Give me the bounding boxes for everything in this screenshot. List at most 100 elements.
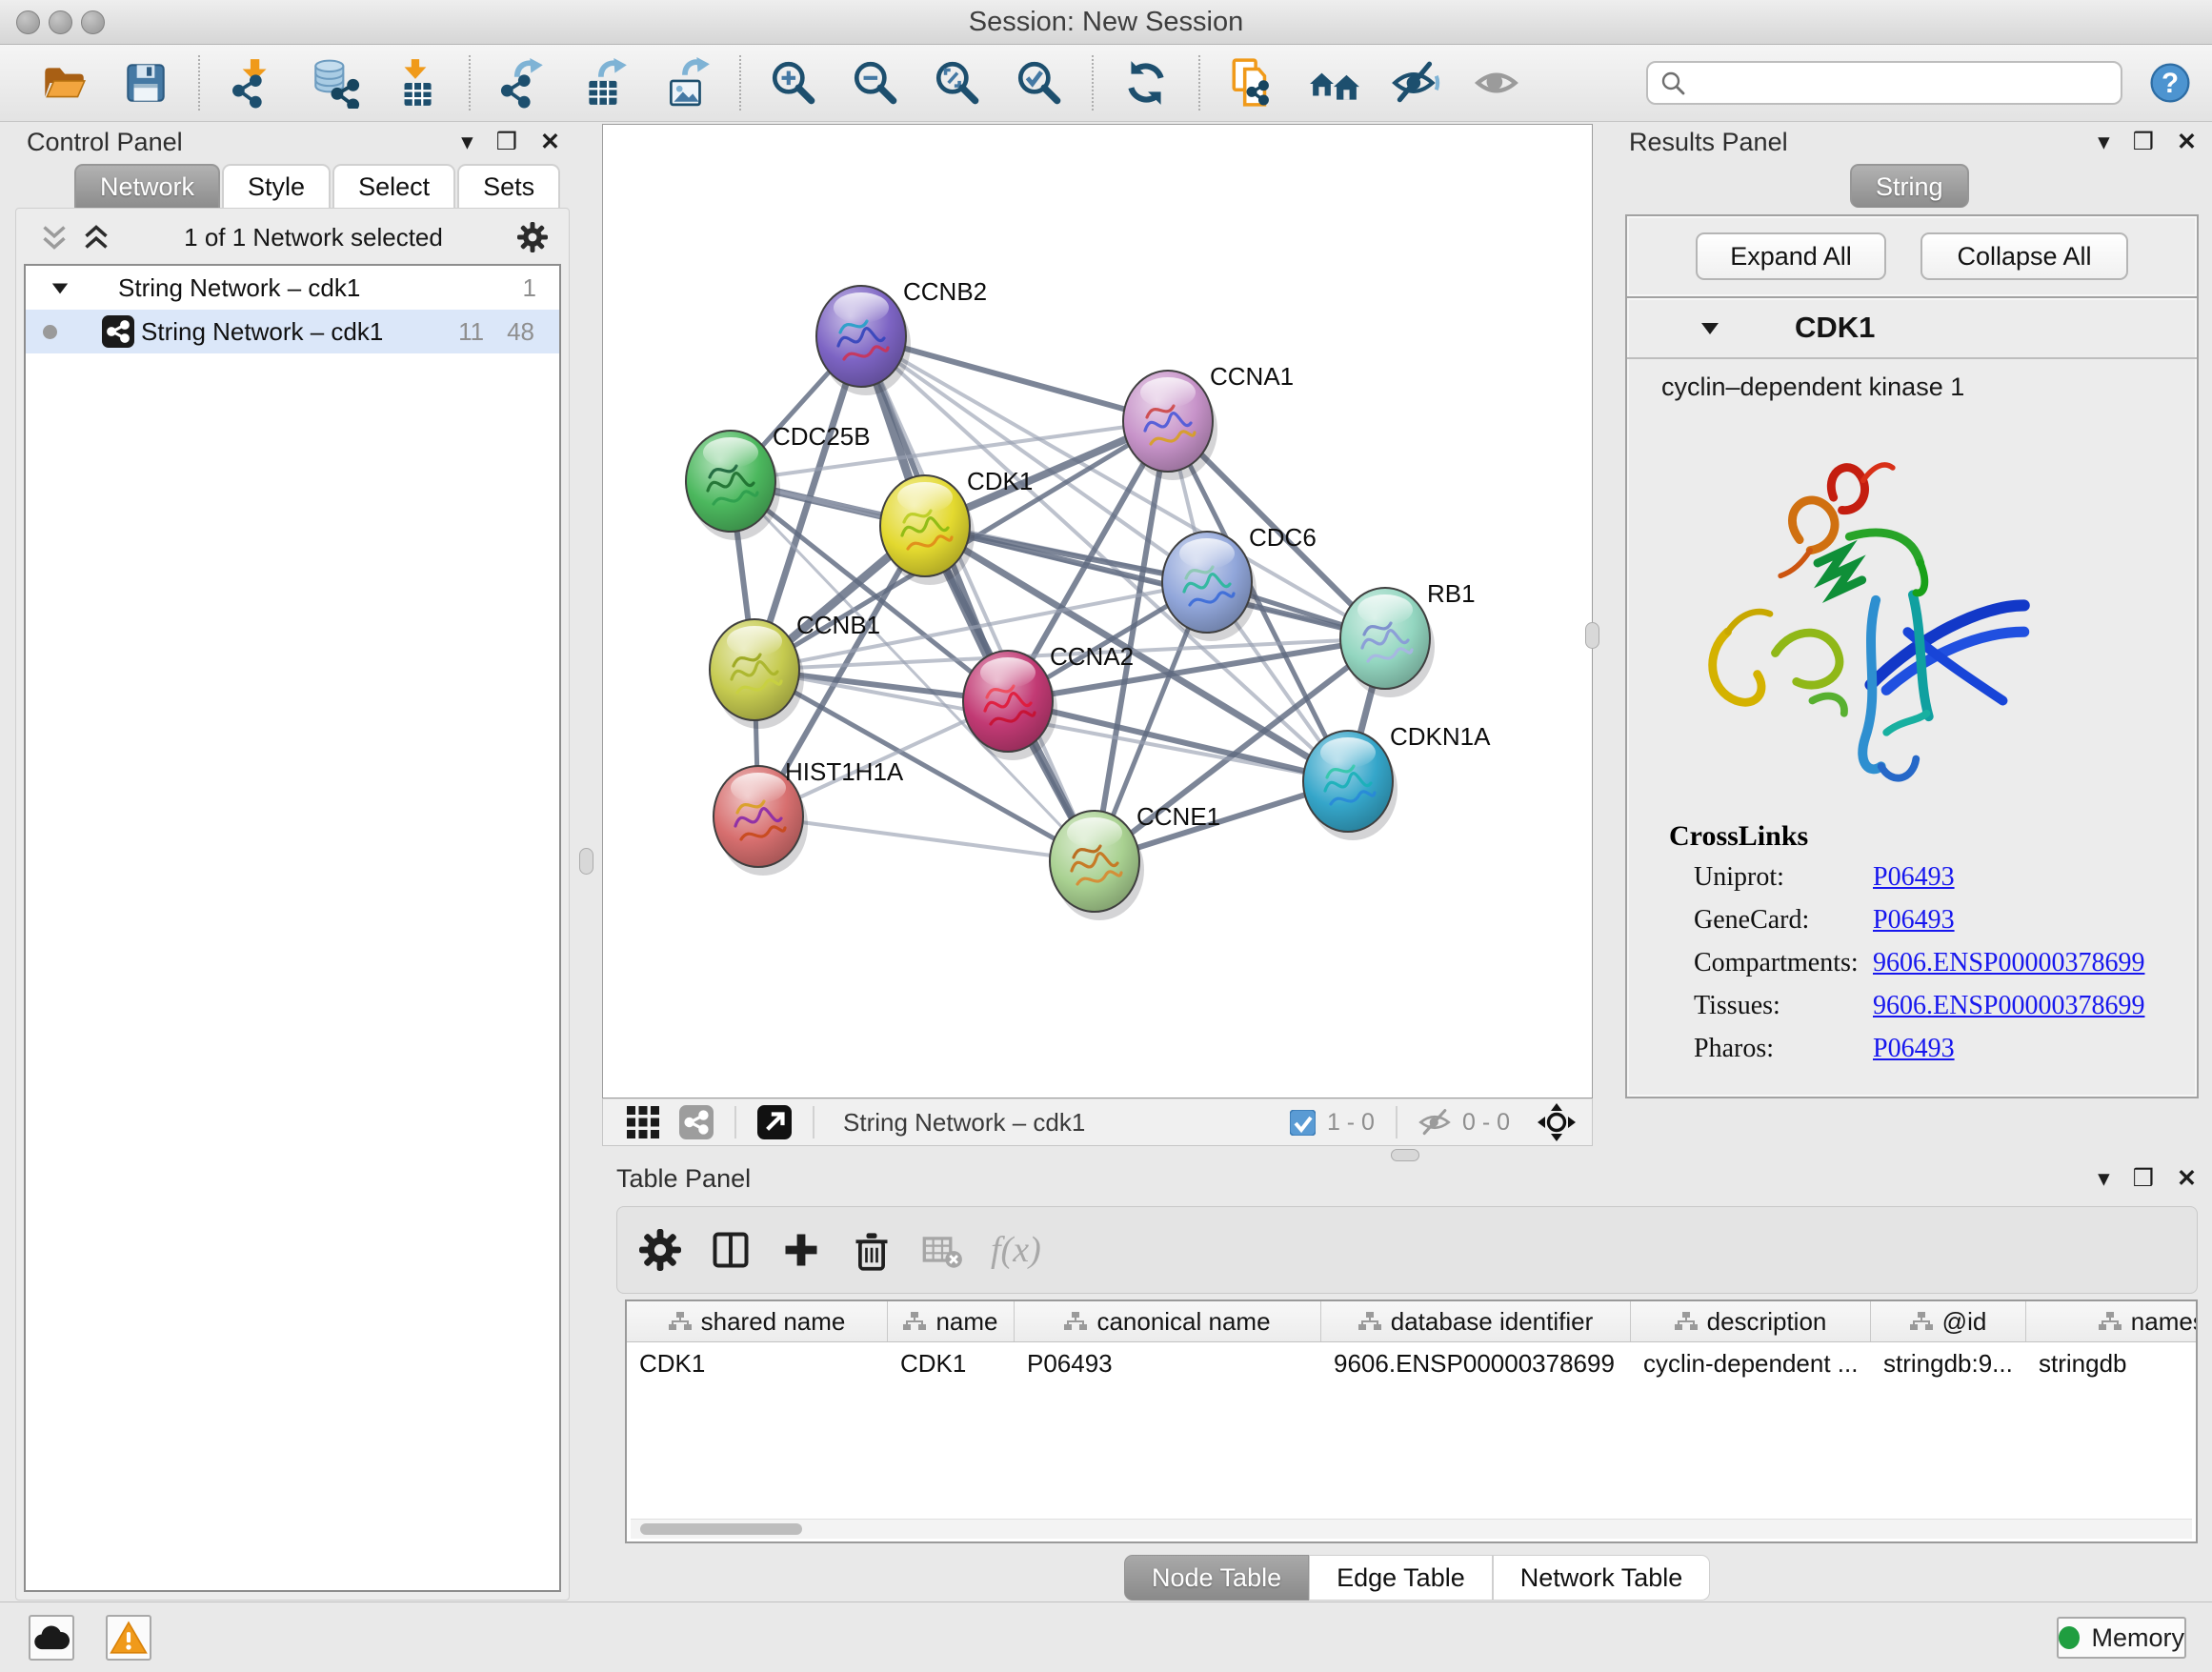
network-graph[interactable]: CCNB2CCNA1CDC25BCDK1CDC6RB1CCNB1CCNA2CDK… xyxy=(603,125,1592,1098)
tab-network[interactable]: Network xyxy=(74,164,220,208)
network-badge-icon[interactable] xyxy=(679,1105,714,1139)
save-session-button[interactable] xyxy=(118,52,173,113)
grid-view-icon[interactable] xyxy=(626,1105,660,1139)
node-label-CCNE1: CCNE1 xyxy=(1136,802,1220,831)
network-row-selected[interactable]: String Network – cdk1 11 48 xyxy=(26,310,559,353)
splitter-handle-right[interactable] xyxy=(1585,622,1599,649)
delete-table-icon xyxy=(921,1229,963,1271)
network-collection-row[interactable]: String Network – cdk1 1 xyxy=(26,266,559,310)
column-header-description[interactable]: description xyxy=(1631,1301,1871,1341)
search-icon xyxy=(1659,70,1686,96)
cell-description[interactable]: cyclin-dependent ... xyxy=(1631,1349,1871,1379)
cell-database-identifier[interactable]: 9606.ENSP00000378699 xyxy=(1321,1349,1631,1379)
table-panel: Table Panel ▾ ❒ ✕ xyxy=(575,1158,2212,1601)
selected-checkbox-icon[interactable] xyxy=(1290,1110,1316,1136)
expand-all-button[interactable]: Expand All xyxy=(1696,232,1886,280)
panel-float-icon[interactable]: ❒ xyxy=(2133,131,2154,154)
tab-edge-table[interactable]: Edge Table xyxy=(1309,1555,1493,1601)
entry-header[interactable]: CDK1 xyxy=(1627,298,2197,359)
gear-icon[interactable] xyxy=(517,222,548,252)
column-header-shared-name[interactable]: shared name xyxy=(627,1301,888,1341)
crosslinks-title: CrossLinks xyxy=(1669,820,1808,853)
splitter-handle-left[interactable] xyxy=(579,848,593,875)
svg-text:f(x): f(x) xyxy=(991,1230,1041,1270)
crosslink-pharos-link[interactable]: P06493 xyxy=(1873,1034,1955,1064)
column-header-name[interactable]: name xyxy=(888,1301,1015,1341)
panel-close-icon[interactable]: ✕ xyxy=(2177,1167,2197,1191)
show-columns-button[interactable] xyxy=(703,1222,758,1278)
tab-node-table[interactable]: Node Table xyxy=(1124,1555,1309,1601)
export-network-icon xyxy=(497,57,549,109)
cloud-status-button[interactable] xyxy=(29,1615,74,1661)
tree-expander-icon[interactable] xyxy=(50,279,70,296)
crosslink-genecard-link[interactable]: P06493 xyxy=(1873,905,1955,936)
hide-selected-button[interactable] xyxy=(1389,52,1444,113)
search-box[interactable] xyxy=(1646,61,2122,105)
zoom-fit-button[interactable] xyxy=(930,52,985,113)
crosslink-tissues-link[interactable]: 9606.ENSP00000378699 xyxy=(1873,991,2144,1021)
export-network-button[interactable] xyxy=(495,52,551,113)
panel-float-icon[interactable]: ❒ xyxy=(496,131,517,154)
zoom-selected-button[interactable] xyxy=(1012,52,1067,113)
panel-collapse-icon[interactable]: ▾ xyxy=(2098,1167,2110,1191)
warnings-button[interactable] xyxy=(106,1615,151,1661)
cell-shared-name[interactable]: CDK1 xyxy=(627,1349,888,1379)
crosslink-uniprot-link[interactable]: P06493 xyxy=(1873,862,1955,893)
entry-expander-icon[interactable] xyxy=(1699,319,1720,336)
import-table-from-file-button[interactable] xyxy=(389,52,444,113)
results-panel-title: Results Panel xyxy=(1629,128,1788,157)
crosslink-label: GeneCard: xyxy=(1694,905,1809,936)
show-all-button[interactable] xyxy=(1471,52,1526,113)
tab-string[interactable]: String xyxy=(1850,164,1969,208)
table-row[interactable]: CDK1 CDK1 P06493 9606.ENSP00000378699 cy… xyxy=(627,1342,2196,1384)
search-input[interactable] xyxy=(1686,68,2109,99)
panel-collapse-icon[interactable]: ▾ xyxy=(461,131,473,154)
tab-network-table[interactable]: Network Table xyxy=(1493,1555,1711,1601)
crosslink-compartments-link[interactable]: 9606.ENSP00000378699 xyxy=(1873,948,2144,978)
first-neighbors-button[interactable] xyxy=(1307,52,1362,113)
import-network-from-file-button[interactable] xyxy=(225,52,280,113)
memory-button[interactable]: Memory xyxy=(2057,1617,2186,1659)
tab-style[interactable]: Style xyxy=(222,164,331,208)
horizontal-scrollbar[interactable] xyxy=(631,1519,2192,1539)
refresh-button[interactable] xyxy=(1118,52,1174,113)
network-edge[interactable] xyxy=(758,816,1095,861)
zoom-in-button[interactable] xyxy=(766,52,821,113)
help-button[interactable]: ? xyxy=(2147,60,2193,106)
network-tab-panel: 1 of 1 Network selected String Network –… xyxy=(15,208,570,1601)
collapse-all-button[interactable]: Collapse All xyxy=(1920,232,2128,280)
collapse-all-icon[interactable] xyxy=(41,224,68,251)
hidden-eye-icon xyxy=(1418,1108,1451,1137)
network-view[interactable]: CCNB2CCNA1CDC25BCDK1CDC6RB1CCNB1CCNA2CDK… xyxy=(602,124,1593,1098)
open-in-new-icon[interactable] xyxy=(757,1105,792,1139)
network-edge[interactable] xyxy=(1008,701,1348,781)
panel-float-icon[interactable]: ❒ xyxy=(2133,1167,2154,1191)
expand-all-icon[interactable] xyxy=(83,224,110,251)
import-network-from-database-button[interactable] xyxy=(307,52,362,113)
cell-name[interactable]: CDK1 xyxy=(888,1349,1015,1379)
panel-close-icon[interactable]: ✕ xyxy=(540,131,560,154)
table-settings-button[interactable] xyxy=(633,1222,688,1278)
add-column-button[interactable] xyxy=(774,1222,829,1278)
cell-canonical-name[interactable]: P06493 xyxy=(1015,1349,1321,1379)
birdseye-icon[interactable] xyxy=(1537,1102,1577,1142)
scrollbar-thumb[interactable] xyxy=(640,1523,802,1535)
panel-close-icon[interactable]: ✕ xyxy=(2177,131,2197,154)
column-header-namespace[interactable]: namespace xyxy=(2026,1301,2198,1341)
export-image-button[interactable] xyxy=(659,52,714,113)
column-header-database-identifier[interactable]: database identifier xyxy=(1321,1301,1631,1341)
export-table-button[interactable] xyxy=(577,52,633,113)
tab-select[interactable]: Select xyxy=(332,164,455,208)
cell-id[interactable]: stringdb:9... xyxy=(1871,1349,2026,1379)
copy-network-button[interactable] xyxy=(1225,52,1280,113)
toolbar-separator xyxy=(813,1106,814,1138)
cell-namespace[interactable]: stringdb xyxy=(2026,1349,2198,1379)
delete-column-button[interactable] xyxy=(844,1222,899,1278)
open-session-button[interactable] xyxy=(36,52,91,113)
panel-collapse-icon[interactable]: ▾ xyxy=(2098,131,2110,154)
zoom-out-button[interactable] xyxy=(848,52,903,113)
network-label: String Network – cdk1 xyxy=(141,317,383,347)
column-header-id[interactable]: @id xyxy=(1871,1301,2026,1341)
tab-sets[interactable]: Sets xyxy=(457,164,560,208)
column-header-canonical-name[interactable]: canonical name xyxy=(1015,1301,1321,1341)
